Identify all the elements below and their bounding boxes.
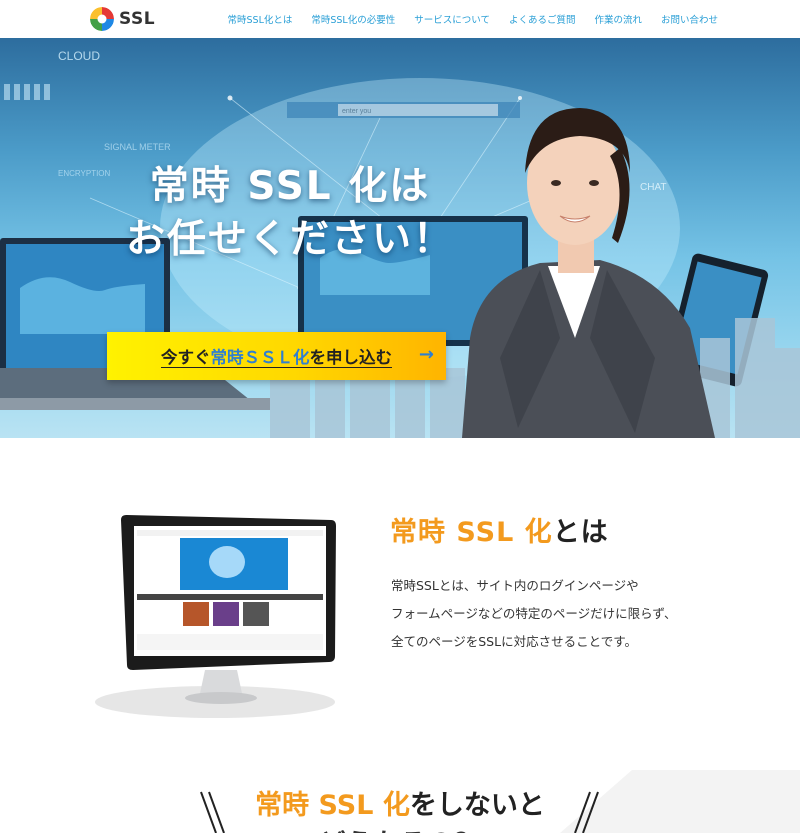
nav-item-necessity[interactable]: 常時SSL化の必要性 [311,12,395,26]
why-title-line2: どうなるの？ [0,822,800,833]
logo-icon [90,7,114,31]
about-line-2: フォームページなどの特定のページだけに限らず、 [391,606,677,621]
arrow-right-icon: → [418,344,434,365]
about-title: 常時 SSL 化とは [390,510,609,549]
cta-label-highlight: 常時ＳＳＬ化 [210,348,310,367]
why-title: 常時 SSL 化をしないと [0,783,800,822]
bg-label-cloud: CLOUD [58,49,100,63]
about-title-rest: とは [552,517,609,548]
nav-item-faq[interactable]: よくあるご質問 [509,12,576,26]
nav-item-about[interactable]: 常時SSL化とは [228,12,293,26]
nav-item-contact[interactable]: お問い合わせ [661,12,718,26]
about-title-highlight: 常時 SSL 化 [390,517,553,548]
logo-text: SSL [119,9,156,29]
bg-label-signal: SIGNAL METER [104,142,171,152]
cta-label: 今すぐ常時ＳＳＬ化を申し込む [161,344,392,368]
bg-search-placeholder: enter you [342,108,371,115]
cta-label-after: を申し込む [309,348,393,367]
bg-label-chat: CHAT [640,182,666,193]
hero-banner: CLOUD SIGNAL METER ENCRYPTION CHAT enter… [0,38,800,438]
cta-label-before: 今すぐ [161,348,211,367]
apply-now-button[interactable]: 今すぐ常時ＳＳＬ化を申し込む → [107,332,446,380]
hero-title-line2: お任せください！ [125,217,454,262]
site-header: SSL 常時SSL化とは 常時SSL化の必要性 サービスについて よくあるご質問… [0,0,800,38]
nav-item-service[interactable]: サービスについて [414,12,490,26]
hero-title-line1: 常時 SSL 化は [149,164,431,209]
nav-item-flow[interactable]: 作業の流れ [594,12,642,26]
hero-title: 常時 SSL 化は お任せください！ [100,160,480,266]
why-title-rest: をしないと [409,790,545,821]
about-line-3: 全てのページをSSLに対応させることです。 [391,634,637,649]
desktop-monitor-image [95,515,336,718]
about-line-1: 常時SSLとは、サイト内のログインページや [391,578,639,593]
main-nav: 常時SSL化とは 常時SSL化の必要性 サービスについて よくあるご質問 作業の… [228,12,718,26]
why-title-highlight: 常時 SSL 化 [255,790,410,821]
site-logo[interactable]: SSL [90,6,155,32]
